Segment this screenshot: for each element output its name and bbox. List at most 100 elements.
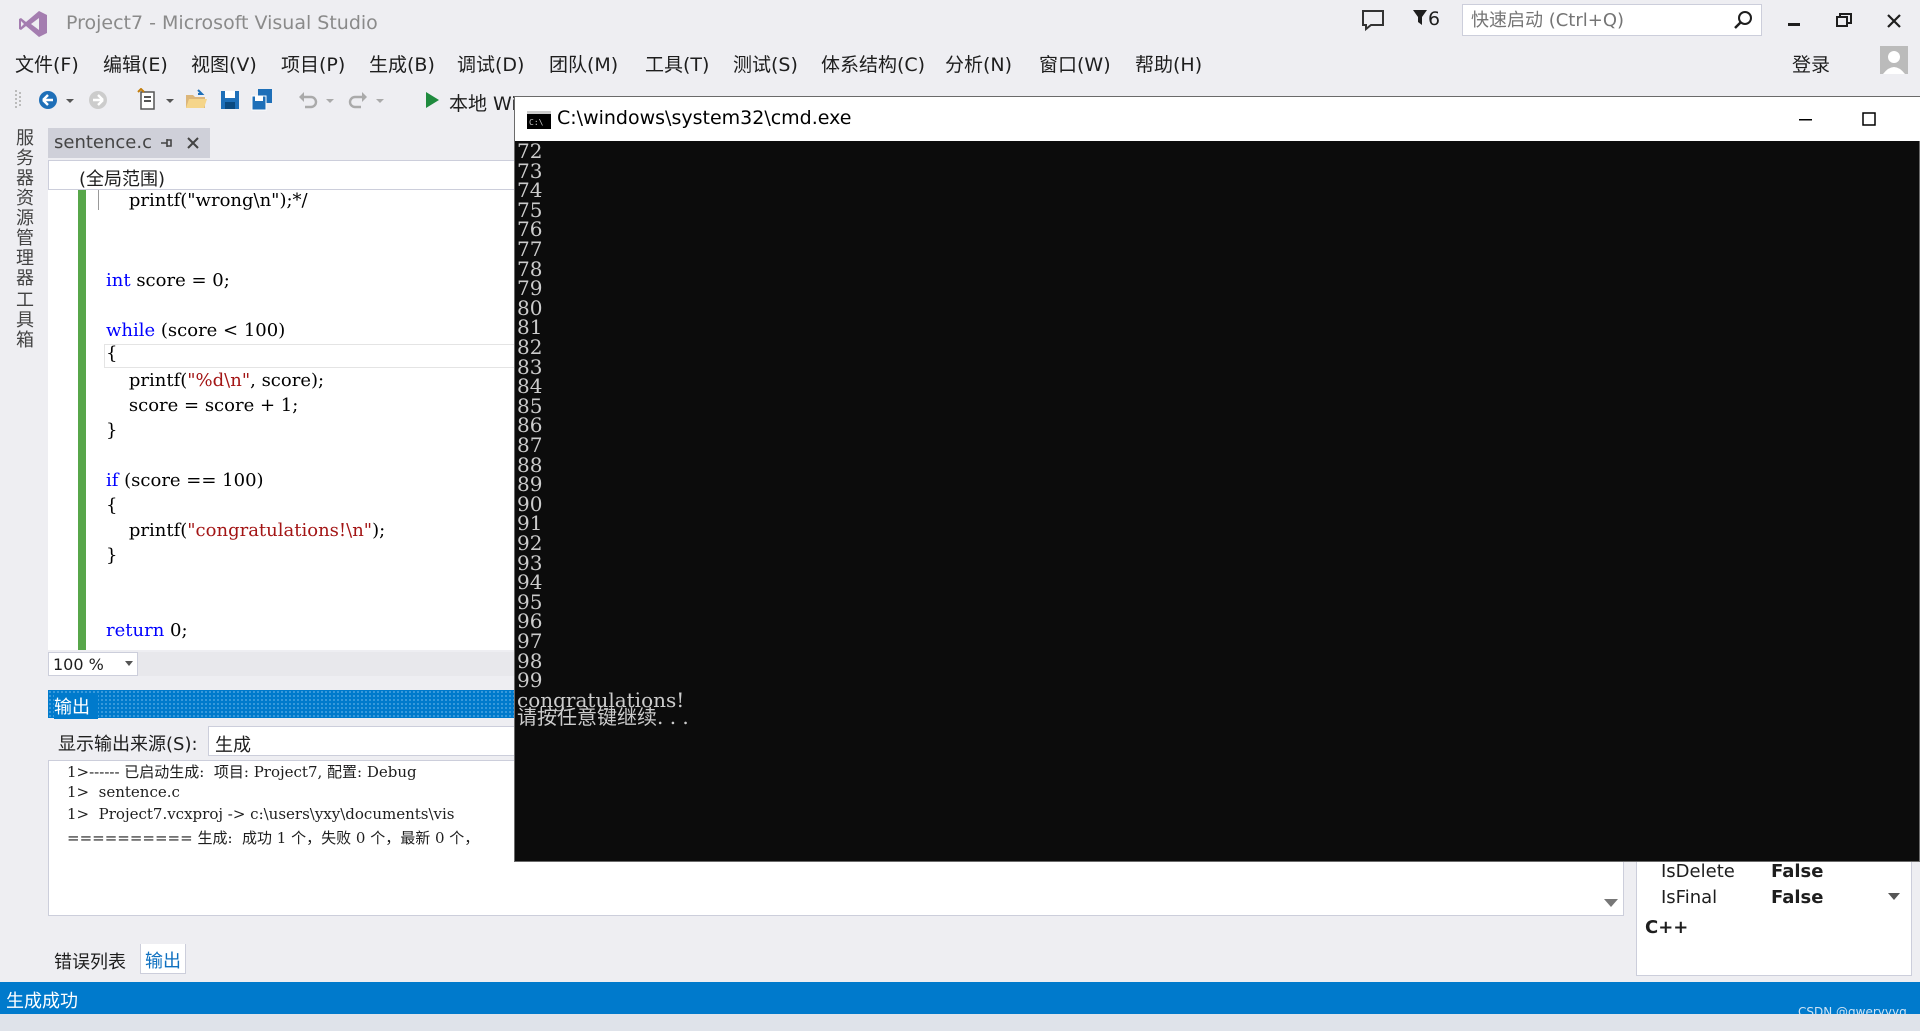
navigate-forward-icon[interactable]	[86, 88, 110, 112]
save-icon[interactable]	[218, 88, 242, 112]
account-icon[interactable]	[1880, 46, 1908, 74]
undo-dropdown-icon[interactable]	[324, 88, 336, 112]
menu-project[interactable]: 项目(P)	[281, 50, 345, 77]
menu-view[interactable]: 视图(V)	[191, 50, 257, 77]
editor-horizontal-scrollbar[interactable]	[138, 652, 518, 676]
zoom-value: 100 %	[53, 655, 104, 674]
document-tab-label: sentence.c	[54, 132, 152, 153]
feedback-icon[interactable]	[1360, 8, 1386, 32]
notifications-button[interactable]: 6	[1412, 8, 1440, 30]
svg-text:C:\: C:\	[529, 118, 544, 127]
property-row[interactable]: IsFinal False	[1637, 885, 1877, 911]
property-language: C++	[1645, 917, 1689, 938]
code-line: score = score + 1;	[106, 395, 299, 416]
tab-error-list[interactable]: 错误列表	[54, 948, 126, 974]
quick-launch-input[interactable]	[1463, 5, 1713, 35]
close-window-button[interactable]	[1876, 6, 1912, 36]
code-line: }	[106, 545, 118, 566]
chevron-down-icon[interactable]	[1888, 893, 1900, 900]
status-bar: 生成成功	[0, 982, 1920, 1014]
save-all-icon[interactable]	[250, 88, 274, 112]
undo-icon[interactable]	[296, 88, 320, 112]
navigate-back-icon[interactable]	[36, 88, 60, 112]
menu-help[interactable]: 帮助(H)	[1135, 50, 1202, 77]
code-line: {	[106, 495, 118, 516]
menu-tools[interactable]: 工具(T)	[645, 50, 709, 77]
menu-window[interactable]: 窗口(W)	[1039, 50, 1111, 77]
property-name: IsDelete	[1661, 861, 1735, 882]
current-line-highlight	[104, 344, 518, 368]
maximize-button[interactable]	[1855, 107, 1883, 131]
output-panel-header[interactable]: 输出	[48, 690, 518, 719]
menu-test[interactable]: 测试(S)	[733, 50, 798, 77]
start-debugging-label[interactable]: 本地 Wi	[449, 89, 517, 116]
code-line: printf("%d\n", score);	[106, 370, 325, 391]
taskbar-strip	[0, 1014, 1920, 1031]
code-line: while (score < 100)	[106, 320, 286, 341]
menu-file[interactable]: 文件(F)	[15, 50, 79, 77]
property-name: IsFinal	[1661, 887, 1718, 908]
vs-ide-window: { "window": { "title": "Project7 - Micro…	[0, 0, 1920, 1031]
tab-output[interactable]: 输出	[140, 944, 186, 974]
console-window[interactable]: C:\ C:\windows\system32\cmd.exe 72 73 74 75…	[514, 96, 1920, 862]
menu-edit[interactable]: 编辑(E)	[103, 50, 168, 77]
toolbar-grip-icon[interactable]	[14, 88, 22, 112]
output-line: 1>------ 已启动生成: 项目: Project7, 配置: Debug	[67, 763, 417, 781]
menu-analyze[interactable]: 分析(N)	[945, 50, 1012, 77]
close-icon[interactable]	[184, 134, 202, 152]
code-line: {	[106, 343, 118, 364]
quick-launch-box[interactable]	[1462, 4, 1762, 36]
back-dropdown-icon[interactable]	[64, 88, 76, 112]
console-output[interactable]: 72 73 74 75 76 77 78 79 80 81 82 83 84 85 86 87 88 89 90 91…	[515, 139, 1920, 861]
chevron-down-icon	[125, 661, 133, 666]
sign-in-link[interactable]: 登录	[1792, 50, 1830, 77]
outline-guide	[98, 190, 99, 210]
output-line: 1> sentence.c	[67, 783, 180, 801]
code-line: int score = 0;	[106, 270, 230, 291]
menu-build[interactable]: 生成(B)	[369, 50, 435, 77]
console-title: C:\windows\system32\cmd.exe	[557, 107, 852, 129]
status-text: 生成成功	[6, 991, 78, 1012]
property-value: False	[1771, 887, 1824, 908]
filter-icon	[1413, 10, 1427, 25]
open-file-icon[interactable]	[184, 88, 208, 112]
console-title-bar[interactable]: C:\ C:\windows\system32\cmd.exe	[515, 97, 1920, 141]
window-title: Project7 - Microsoft Visual Studio	[66, 12, 378, 34]
scope-dropdown[interactable]: (全局范围)	[48, 160, 518, 190]
output-source-dropdown[interactable]: 生成	[208, 726, 518, 756]
output-line: 1> Project7.vcxproj -> c:\users\yxy\docu…	[67, 805, 455, 823]
output-source-row: 显示输出来源(S): 生成	[48, 720, 518, 760]
menu-architecture[interactable]: 体系结构(C)	[821, 50, 925, 77]
console-prompt: 请按任意键继续. . .	[517, 705, 689, 730]
document-tab[interactable]: sentence.c	[48, 128, 210, 158]
pin-icon[interactable]	[158, 135, 174, 151]
code-line: if (score == 100)	[106, 470, 264, 491]
start-debugging-icon[interactable]	[420, 88, 444, 112]
scroll-down-icon[interactable]	[1604, 899, 1618, 907]
code-editor[interactable]: printf("wrong\n");*/ int score = 0; whil…	[48, 190, 518, 650]
zoom-dropdown[interactable]: 100 %	[48, 652, 138, 676]
properties-panel: IsDelete False IsFinal False C++	[1636, 858, 1912, 976]
console-icon: C:\	[527, 111, 551, 129]
menu-debug[interactable]: 调试(D)	[457, 50, 524, 77]
new-project-icon[interactable]	[136, 88, 160, 112]
server-explorer-tab[interactable]: 服务器资源管理器	[10, 128, 36, 288]
menu-team[interactable]: 团队(M)	[549, 50, 618, 77]
minimize-button[interactable]	[1776, 6, 1812, 36]
notification-count: 6	[1428, 8, 1441, 30]
change-margin	[78, 190, 86, 650]
redo-icon[interactable]	[346, 88, 370, 112]
output-source-value: 生成	[215, 735, 251, 756]
search-icon[interactable]	[1733, 10, 1753, 30]
minimize-button[interactable]	[1791, 107, 1819, 131]
property-row[interactable]: IsDelete False	[1637, 859, 1877, 885]
restore-button[interactable]	[1826, 6, 1862, 36]
toolbox-tab[interactable]: 工具箱	[10, 290, 36, 350]
new-dropdown-icon[interactable]	[164, 88, 176, 112]
redo-dropdown-icon[interactable]	[374, 88, 386, 112]
property-value: False	[1771, 861, 1824, 882]
code-line: }	[106, 420, 118, 441]
output-line: ========== 生成: 成功 1 个，失败 0 个，最新 0 个，	[67, 829, 480, 847]
menu-bar: 文件(F) 编辑(E) 视图(V) 项目(P) 生成(B) 调试(D) 团队(M…	[0, 46, 1920, 78]
code-line: printf("wrong\n");*/	[106, 190, 308, 211]
